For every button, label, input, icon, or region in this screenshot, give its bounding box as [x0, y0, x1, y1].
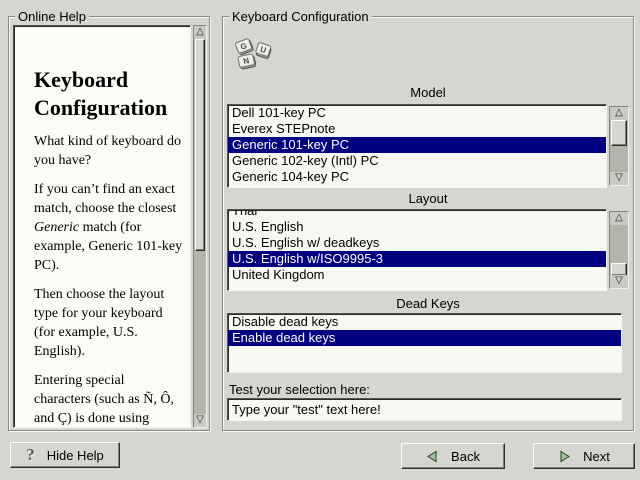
- next-label: Next: [583, 449, 610, 464]
- help-paragraph: Entering special characters (such as Ñ, …: [34, 371, 184, 428]
- help-content: Keyboard Configuration What kind of keyb…: [34, 66, 184, 428]
- layout-item[interactable]: Thai: [228, 209, 606, 219]
- test-input[interactable]: [227, 398, 622, 421]
- help-viewport: Keyboard Configuration What kind of keyb…: [13, 25, 191, 428]
- help-title: Keyboard Configuration: [34, 66, 184, 122]
- layout-item[interactable]: U.S. English w/ deadkeys: [228, 235, 606, 251]
- keyboard-config-frame: Keyboard Configuration G U N Model Dell …: [222, 16, 634, 431]
- help-paragraph: Then choose the layout type for your key…: [34, 285, 184, 361]
- gnu-keyboard-icon: G U N: [233, 37, 275, 71]
- keyboard-config-frame-label: Keyboard Configuration: [229, 9, 372, 24]
- hide-help-button[interactable]: ? Hide Help: [10, 442, 120, 468]
- help-scrollbar-thumb[interactable]: [195, 39, 205, 251]
- layout-item[interactable]: United Kingdom: [228, 267, 606, 283]
- layout-list: Thai U.S. English U.S. English w/ deadke…: [227, 209, 607, 291]
- test-selection-label: Test your selection here:: [229, 382, 370, 397]
- model-item[interactable]: Generic 104-key PC: [228, 169, 606, 185]
- back-label: Back: [451, 449, 480, 464]
- scroll-down-icon[interactable]: ▽: [610, 275, 628, 288]
- help-paragraph: If you can’t find an exact match, choose…: [34, 180, 184, 275]
- online-help-frame-label: Online Help: [15, 9, 89, 24]
- screen: Online Help Keyboard Configuration What …: [0, 0, 640, 480]
- hide-help-label: Hide Help: [47, 448, 104, 463]
- online-help-frame: Online Help Keyboard Configuration What …: [8, 16, 210, 431]
- layout-item[interactable]: U.S. English: [228, 219, 606, 235]
- model-item[interactable]: Generic 102-key (Intl) PC: [228, 153, 606, 169]
- model-item[interactable]: Everex STEPnote: [228, 121, 606, 137]
- scroll-up-icon[interactable]: △: [610, 107, 628, 120]
- dead-keys-item-selected[interactable]: Enable dead keys: [228, 330, 621, 346]
- layout-item-selected[interactable]: U.S. English w/ISO9995-3: [228, 251, 606, 267]
- dead-keys-item[interactable]: Disable dead keys: [228, 314, 621, 330]
- scroll-down-icon[interactable]: ▽: [610, 172, 628, 185]
- help-scrollbar[interactable]: △ ▽: [193, 25, 207, 428]
- model-item-selected[interactable]: Generic 101-key PC: [228, 137, 606, 153]
- next-button[interactable]: Next: [533, 443, 635, 469]
- back-arrow-icon: [426, 450, 439, 463]
- model-list: Dell 101-key PC Everex STEPnote Generic …: [227, 104, 607, 188]
- model-label: Model: [223, 85, 633, 100]
- layout-label: Layout: [223, 191, 633, 206]
- dead-keys-list: Disable dead keys Enable dead keys: [227, 313, 622, 373]
- next-arrow-icon: [558, 450, 571, 463]
- scroll-up-icon[interactable]: △: [610, 212, 628, 225]
- model-scrollbar-thumb[interactable]: [611, 120, 627, 146]
- model-scrollbar[interactable]: △ ▽: [609, 106, 629, 186]
- help-paragraph: What kind of keyboard do you have?: [34, 132, 184, 170]
- scroll-up-icon[interactable]: △: [194, 26, 206, 39]
- dead-keys-label: Dead Keys: [223, 296, 633, 311]
- question-mark-icon: ?: [26, 445, 35, 465]
- back-button[interactable]: Back: [401, 443, 505, 469]
- model-item[interactable]: Dell 101-key PC: [228, 105, 606, 121]
- layout-scrollbar[interactable]: △ ▽: [609, 211, 629, 289]
- scroll-down-icon[interactable]: ▽: [194, 414, 206, 427]
